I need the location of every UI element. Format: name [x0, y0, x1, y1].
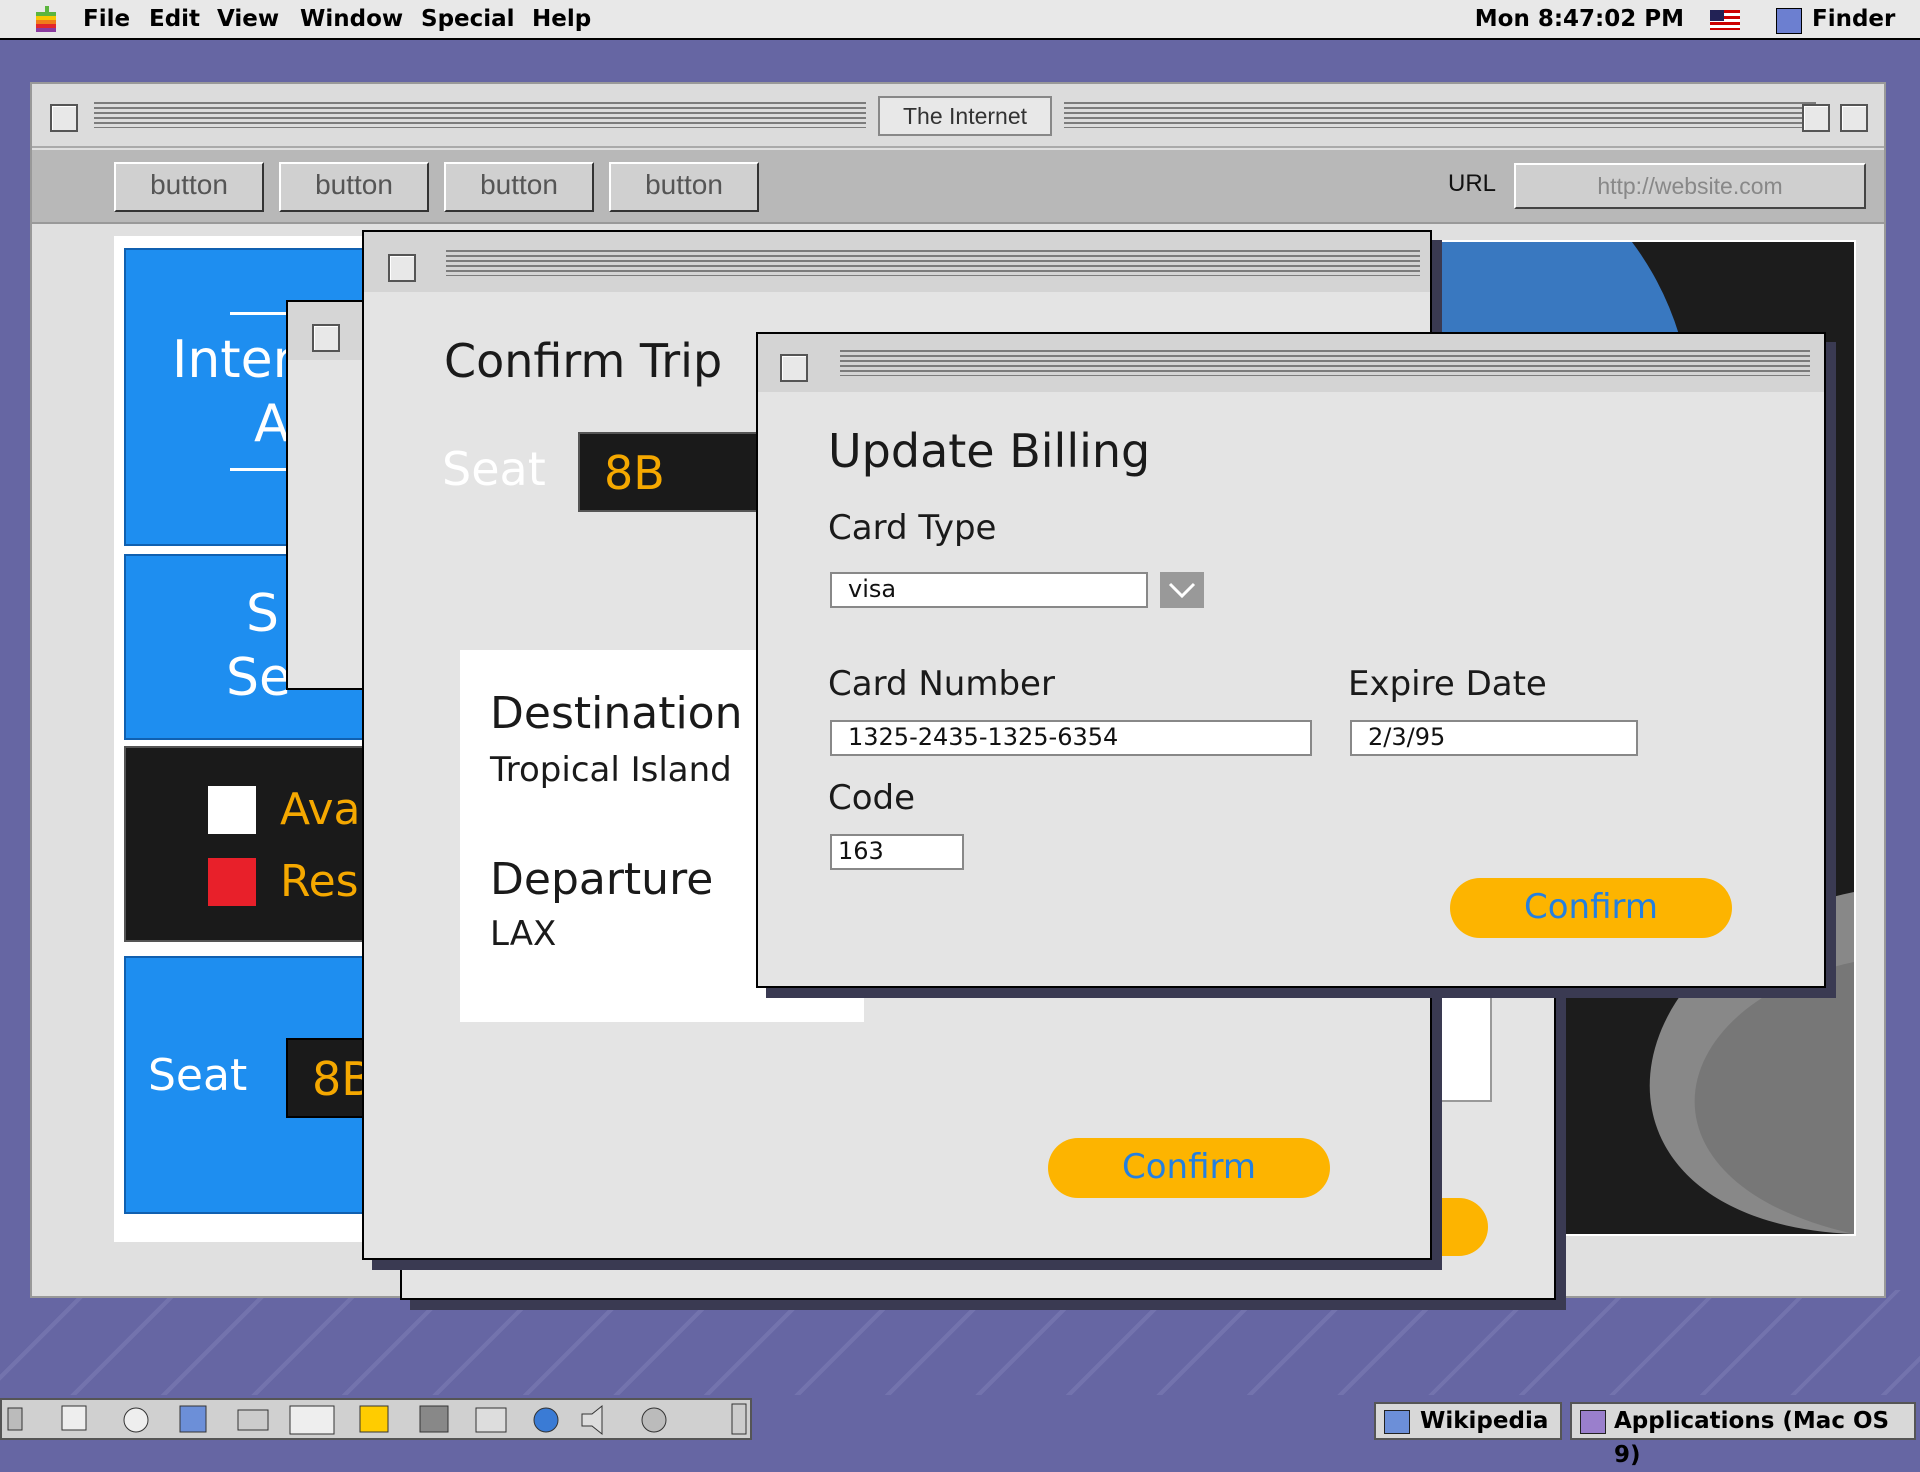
available-swatch	[208, 786, 256, 834]
zoom-box-icon[interactable]	[1802, 104, 1830, 132]
card-type-label: Card Type	[828, 508, 997, 548]
expire-date-field[interactable]: 2/3/95	[1350, 720, 1638, 756]
seat-label: Seat	[148, 1050, 248, 1101]
title-stripes	[840, 350, 1810, 376]
title-stripes-right	[1064, 102, 1816, 128]
collapse-box-icon[interactable]	[1840, 104, 1868, 132]
card-type-dropdown-button[interactable]	[1160, 572, 1204, 608]
select-line2: Se	[226, 648, 291, 708]
title-stripes	[94, 102, 866, 128]
card-number-label: Card Number	[828, 664, 1055, 704]
finder-icon	[1776, 8, 1802, 34]
url-input[interactable]: http://website.com	[1514, 163, 1866, 209]
toolbar-button-3[interactable]: button	[444, 162, 594, 212]
menu-file[interactable]: File	[83, 6, 130, 32]
legend-reserved: Res	[280, 856, 359, 907]
confirm-trip-heading: Confirm Trip	[444, 334, 723, 388]
billing-confirm-button[interactable]: Confirm	[1450, 878, 1732, 938]
intro-line2: A	[254, 394, 290, 454]
menu-help[interactable]: Help	[532, 6, 591, 32]
update-billing-window: Update Billing Card Type visa Card Numbe…	[756, 332, 1826, 988]
folder-icon	[1580, 1410, 1606, 1434]
chevron-down-icon	[1168, 582, 1196, 599]
confirm-trip-button[interactable]: Confirm	[1048, 1138, 1330, 1198]
card-type-select[interactable]: visa	[830, 572, 1148, 608]
taskbar-wikipedia[interactable]: Wikipedia	[1374, 1402, 1562, 1440]
small-window	[286, 300, 366, 690]
toolbar-button-4[interactable]: button	[609, 162, 759, 212]
reserved-swatch	[208, 858, 256, 906]
taskbar-applications-label: Applications (Mac OS 9)	[1614, 1408, 1890, 1468]
toolbar-button-1[interactable]: button	[114, 162, 264, 212]
departure-value: LAX	[490, 914, 557, 954]
taskbar-applications[interactable]: Applications (Mac OS 9)	[1570, 1402, 1916, 1468]
destination-label: Destination	[490, 688, 743, 739]
confirm-trip-titlebar[interactable]	[364, 232, 1430, 292]
card-number-field[interactable]: 1325-2435-1325-6354	[830, 720, 1312, 756]
control-strip	[0, 1398, 752, 1440]
departure-label: Departure	[490, 854, 714, 905]
seat-panel: Seat 8B	[124, 956, 386, 1214]
legend-available: Ava	[280, 784, 361, 835]
update-billing-heading: Update Billing	[828, 424, 1151, 478]
seat-legend: Ava Res	[124, 746, 384, 942]
menu-special[interactable]: Special	[421, 6, 515, 32]
trip-seat-label: Seat	[442, 442, 546, 496]
browser-app-icon	[1384, 1410, 1410, 1434]
close-box-icon[interactable]	[388, 254, 416, 282]
menu-window[interactable]: Window	[300, 6, 403, 32]
browser-titlebar[interactable]: The Internet	[32, 84, 1884, 148]
close-box-icon[interactable]	[312, 324, 340, 352]
trip-seat-box: 8B	[578, 432, 778, 512]
select-line1: S	[246, 584, 280, 644]
taskbar-wikipedia-label: Wikipedia	[1420, 1408, 1549, 1434]
url-label: URL	[1448, 170, 1497, 197]
trip-seat-value: 8B	[604, 446, 665, 500]
keyboard-flag-icon[interactable]	[1710, 10, 1740, 30]
menubar-clock[interactable]: Mon 8:47:02 PM	[1475, 6, 1684, 32]
code-field[interactable]: 163	[830, 834, 964, 870]
apple-menu-icon[interactable]	[34, 6, 58, 34]
code-label: Code	[828, 778, 916, 818]
control-strip-icons[interactable]	[2, 1400, 750, 1438]
menu-edit[interactable]: Edit	[149, 6, 200, 32]
update-billing-titlebar[interactable]	[758, 334, 1824, 392]
toolbar-button-2[interactable]: button	[279, 162, 429, 212]
menu-view[interactable]: View	[217, 6, 279, 32]
intro-line1: Inter	[172, 330, 295, 390]
window-title: The Internet	[878, 96, 1052, 136]
destination-value: Tropical Island	[490, 750, 732, 790]
expire-date-label: Expire Date	[1348, 664, 1547, 704]
close-box-icon[interactable]	[780, 354, 808, 382]
desktop-pattern	[0, 1290, 1920, 1395]
title-stripes	[446, 250, 1420, 276]
small-window-titlebar[interactable]	[288, 302, 364, 360]
app-menu-finder[interactable]: Finder	[1812, 6, 1895, 32]
close-box-icon[interactable]	[50, 104, 78, 132]
menu-bar: File Edit View Window Special Help Mon 8…	[0, 0, 1920, 40]
